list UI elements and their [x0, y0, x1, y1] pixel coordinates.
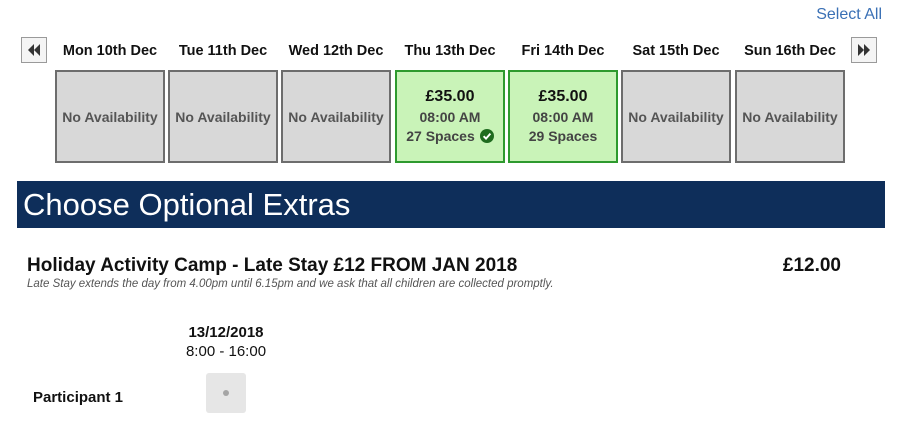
day-cell-sat: No Availability [621, 70, 731, 163]
booking-page: Select All Mon 10th Dec Tue 11th Dec Wed… [0, 0, 913, 432]
session-price: £35.00 [538, 87, 588, 105]
day-header-thu: Thu 13th Dec [404, 43, 496, 59]
previous-week-button[interactable] [21, 37, 47, 63]
spaces-count: 29 Spaces [528, 127, 598, 144]
day-header-sun: Sun 16th Dec [744, 43, 836, 59]
spaces-count: 27 Spaces [406, 127, 475, 144]
availability-status: No Availability [628, 108, 724, 125]
day-cell-sun: No Availability [735, 70, 845, 163]
extra-description: Late Stay extends the day from 4.00pm un… [27, 278, 554, 290]
optional-extras-heading: Choose Optional Extras [17, 181, 885, 228]
session-start-time: 08:00 AM [532, 108, 594, 125]
day-header-wed: Wed 12th Dec [288, 43, 384, 59]
participant-select-toggle[interactable] [206, 373, 246, 413]
double-chevron-right-icon [858, 44, 870, 56]
unselected-dot-icon [223, 390, 229, 396]
availability-status: No Availability [175, 108, 271, 125]
day-cell-fri[interactable]: £35.00 08:00 AM 29 Spaces [508, 70, 618, 163]
day-header-fri: Fri 14th Dec [521, 43, 605, 59]
day-cell-tue: No Availability [168, 70, 278, 163]
spaces-remaining: 27 Spaces [406, 127, 494, 146]
session-start-time: 08:00 AM [419, 108, 481, 125]
session-time: 8:00 - 16:00 [185, 343, 267, 360]
session-price: £35.00 [425, 87, 475, 105]
check-circle-icon [479, 129, 494, 143]
availability-status: No Availability [62, 108, 158, 125]
session-date: 13/12/2018 [188, 324, 264, 341]
extra-price: £12.00 [782, 255, 841, 276]
extra-title: Holiday Activity Camp - Late Stay £12 FR… [27, 255, 518, 276]
select-all-link[interactable]: Select All [816, 6, 882, 24]
participant-label: Participant 1 [33, 389, 124, 406]
day-cell-thu[interactable]: £35.00 08:00 AM 27 Spaces [395, 70, 505, 163]
day-cell-mon: No Availability [55, 70, 165, 163]
day-header-tue: Tue 11th Dec [178, 43, 268, 59]
day-header-mon: Mon 10th Dec [62, 43, 158, 59]
day-header-sat: Sat 15th Dec [632, 43, 720, 59]
availability-status: No Availability [742, 108, 838, 125]
day-cell-wed: No Availability [281, 70, 391, 163]
next-week-button[interactable] [851, 37, 877, 63]
double-chevron-left-icon [28, 44, 40, 56]
availability-status: No Availability [288, 108, 384, 125]
